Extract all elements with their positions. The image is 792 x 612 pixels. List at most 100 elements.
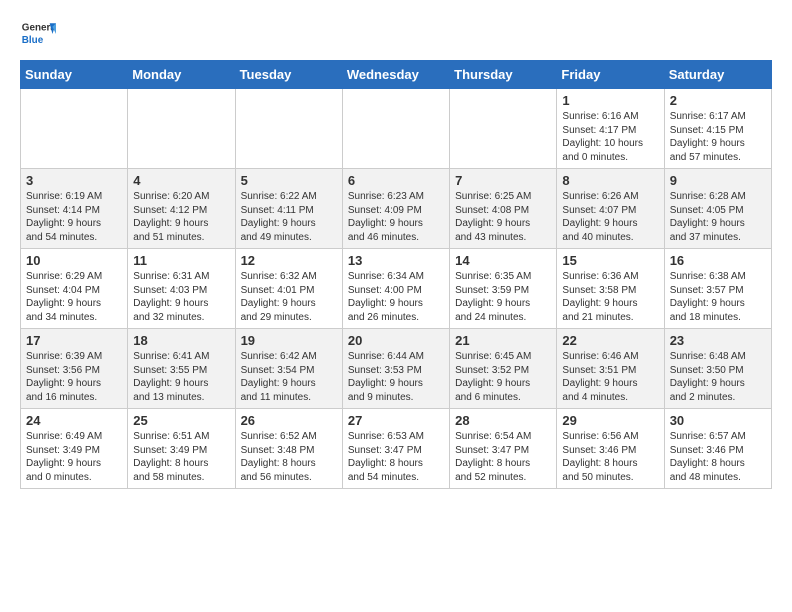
calendar-cell: 30 Sunrise: 6:57 AM Sunset: 3:46 PM Dayli…	[664, 409, 771, 489]
calendar-cell: 23 Sunrise: 6:48 AM Sunset: 3:50 PM Dayli…	[664, 329, 771, 409]
weekday-header-friday: Friday	[557, 61, 664, 89]
calendar-cell	[450, 89, 557, 169]
calendar-week-2: 3 Sunrise: 6:19 AM Sunset: 4:14 PM Daylig…	[21, 169, 772, 249]
page: General Blue SundayMondayTuesdayWednesda…	[0, 0, 792, 499]
day-number: 9	[670, 173, 766, 188]
day-number: 5	[241, 173, 337, 188]
calendar-cell: 22 Sunrise: 6:46 AM Sunset: 3:51 PM Dayli…	[557, 329, 664, 409]
day-info: Sunrise: 6:17 AM Sunset: 4:15 PM Dayligh…	[670, 110, 766, 164]
day-number: 17	[26, 333, 122, 348]
svg-text:Blue: Blue	[22, 35, 44, 46]
day-number: 29	[562, 413, 658, 428]
day-info: Sunrise: 6:52 AM Sunset: 3:48 PM Dayligh…	[241, 430, 337, 484]
day-number: 19	[241, 333, 337, 348]
day-info: Sunrise: 6:19 AM Sunset: 4:14 PM Dayligh…	[26, 190, 122, 244]
day-number: 16	[670, 253, 766, 268]
day-number: 11	[133, 253, 229, 268]
day-number: 22	[562, 333, 658, 348]
calendar: SundayMondayTuesdayWednesdayThursdayFrid…	[20, 60, 772, 489]
calendar-week-5: 24 Sunrise: 6:49 AM Sunset: 3:49 PM Dayli…	[21, 409, 772, 489]
calendar-cell: 20 Sunrise: 6:44 AM Sunset: 3:53 PM Dayli…	[342, 329, 449, 409]
day-info: Sunrise: 6:32 AM Sunset: 4:01 PM Dayligh…	[241, 270, 337, 324]
weekday-header-thursday: Thursday	[450, 61, 557, 89]
calendar-cell: 4 Sunrise: 6:20 AM Sunset: 4:12 PM Daylig…	[128, 169, 235, 249]
day-info: Sunrise: 6:48 AM Sunset: 3:50 PM Dayligh…	[670, 350, 766, 404]
day-info: Sunrise: 6:22 AM Sunset: 4:11 PM Dayligh…	[241, 190, 337, 244]
calendar-cell: 18Sunrise: 6:41 AM Sunset: 3:55 PM Dayli…	[128, 329, 235, 409]
day-number: 26	[241, 413, 337, 428]
day-info: Sunrise: 6:26 AM Sunset: 4:07 PM Dayligh…	[562, 190, 658, 244]
day-number: 28	[455, 413, 551, 428]
calendar-cell: 16 Sunrise: 6:38 AM Sunset: 3:57 PM Dayli…	[664, 249, 771, 329]
calendar-cell: 12Sunrise: 6:32 AM Sunset: 4:01 PM Dayli…	[235, 249, 342, 329]
calendar-cell: 24 Sunrise: 6:49 AM Sunset: 3:49 PM Dayli…	[21, 409, 128, 489]
day-number: 23	[670, 333, 766, 348]
logo: General Blue	[20, 16, 56, 52]
calendar-cell	[342, 89, 449, 169]
day-info: Sunrise: 6:35 AM Sunset: 3:59 PM Dayligh…	[455, 270, 551, 324]
day-number: 7	[455, 173, 551, 188]
day-number: 1	[562, 93, 658, 108]
day-info: Sunrise: 6:20 AM Sunset: 4:12 PM Dayligh…	[133, 190, 229, 244]
day-number: 30	[670, 413, 766, 428]
day-number: 21	[455, 333, 551, 348]
calendar-cell: 10 Sunrise: 6:29 AM Sunset: 4:04 PM Dayli…	[21, 249, 128, 329]
day-info: Sunrise: 6:46 AM Sunset: 3:51 PM Dayligh…	[562, 350, 658, 404]
day-number: 4	[133, 173, 229, 188]
day-info: Sunrise: 6:39 AM Sunset: 3:56 PM Dayligh…	[26, 350, 122, 404]
day-info: Sunrise: 6:54 AM Sunset: 3:47 PM Dayligh…	[455, 430, 551, 484]
calendar-cell: 11 Sunrise: 6:31 AM Sunset: 4:03 PM Dayli…	[128, 249, 235, 329]
day-info: Sunrise: 6:16 AM Sunset: 4:17 PM Dayligh…	[562, 110, 658, 164]
day-info: Sunrise: 6:53 AM Sunset: 3:47 PM Dayligh…	[348, 430, 444, 484]
day-number: 8	[562, 173, 658, 188]
calendar-cell	[21, 89, 128, 169]
day-number: 20	[348, 333, 444, 348]
day-number: 14	[455, 253, 551, 268]
calendar-cell: 29Sunrise: 6:56 AM Sunset: 3:46 PM Dayli…	[557, 409, 664, 489]
calendar-cell: 17 Sunrise: 6:39 AM Sunset: 3:56 PM Dayli…	[21, 329, 128, 409]
day-info: Sunrise: 6:34 AM Sunset: 4:00 PM Dayligh…	[348, 270, 444, 324]
calendar-cell: 25 Sunrise: 6:51 AM Sunset: 3:49 PM Dayli…	[128, 409, 235, 489]
calendar-cell: 7 Sunrise: 6:25 AM Sunset: 4:08 PM Daylig…	[450, 169, 557, 249]
calendar-cell: 14 Sunrise: 6:35 AM Sunset: 3:59 PM Dayli…	[450, 249, 557, 329]
calendar-cell: 13Sunrise: 6:34 AM Sunset: 4:00 PM Dayli…	[342, 249, 449, 329]
day-info: Sunrise: 6:25 AM Sunset: 4:08 PM Dayligh…	[455, 190, 551, 244]
day-info: Sunrise: 6:38 AM Sunset: 3:57 PM Dayligh…	[670, 270, 766, 324]
header: General Blue	[20, 16, 772, 52]
day-info: Sunrise: 6:42 AM Sunset: 3:54 PM Dayligh…	[241, 350, 337, 404]
day-number: 3	[26, 173, 122, 188]
weekday-header-saturday: Saturday	[664, 61, 771, 89]
calendar-week-4: 17 Sunrise: 6:39 AM Sunset: 3:56 PM Dayli…	[21, 329, 772, 409]
calendar-cell: 21 Sunrise: 6:45 AM Sunset: 3:52 PM Dayli…	[450, 329, 557, 409]
weekday-header-row: SundayMondayTuesdayWednesdayThursdayFrid…	[21, 61, 772, 89]
day-info: Sunrise: 6:49 AM Sunset: 3:49 PM Dayligh…	[26, 430, 122, 484]
weekday-header-wednesday: Wednesday	[342, 61, 449, 89]
day-number: 10	[26, 253, 122, 268]
day-info: Sunrise: 6:57 AM Sunset: 3:46 PM Dayligh…	[670, 430, 766, 484]
day-number: 24	[26, 413, 122, 428]
day-info: Sunrise: 6:45 AM Sunset: 3:52 PM Dayligh…	[455, 350, 551, 404]
calendar-cell: 15Sunrise: 6:36 AM Sunset: 3:58 PM Dayli…	[557, 249, 664, 329]
day-info: Sunrise: 6:51 AM Sunset: 3:49 PM Dayligh…	[133, 430, 229, 484]
calendar-week-1: 1 Sunrise: 6:16 AM Sunset: 4:17 PM Daylig…	[21, 89, 772, 169]
day-info: Sunrise: 6:29 AM Sunset: 4:04 PM Dayligh…	[26, 270, 122, 324]
weekday-header-sunday: Sunday	[21, 61, 128, 89]
calendar-cell: 19 Sunrise: 6:42 AM Sunset: 3:54 PM Dayli…	[235, 329, 342, 409]
day-info: Sunrise: 6:23 AM Sunset: 4:09 PM Dayligh…	[348, 190, 444, 244]
day-info: Sunrise: 6:44 AM Sunset: 3:53 PM Dayligh…	[348, 350, 444, 404]
day-info: Sunrise: 6:31 AM Sunset: 4:03 PM Dayligh…	[133, 270, 229, 324]
calendar-cell: 2Sunrise: 6:17 AM Sunset: 4:15 PM Daylig…	[664, 89, 771, 169]
calendar-cell	[128, 89, 235, 169]
logo-icon: General Blue	[20, 16, 56, 52]
day-number: 27	[348, 413, 444, 428]
weekday-header-monday: Monday	[128, 61, 235, 89]
calendar-cell: 26 Sunrise: 6:52 AM Sunset: 3:48 PM Dayli…	[235, 409, 342, 489]
calendar-cell: 1 Sunrise: 6:16 AM Sunset: 4:17 PM Daylig…	[557, 89, 664, 169]
day-info: Sunrise: 6:36 AM Sunset: 3:58 PM Dayligh…	[562, 270, 658, 324]
day-number: 25	[133, 413, 229, 428]
weekday-header-tuesday: Tuesday	[235, 61, 342, 89]
calendar-cell: 5 Sunrise: 6:22 AM Sunset: 4:11 PM Daylig…	[235, 169, 342, 249]
calendar-cell: 3 Sunrise: 6:19 AM Sunset: 4:14 PM Daylig…	[21, 169, 128, 249]
calendar-cell: 27 Sunrise: 6:53 AM Sunset: 3:47 PM Dayli…	[342, 409, 449, 489]
day-number: 18	[133, 333, 229, 348]
